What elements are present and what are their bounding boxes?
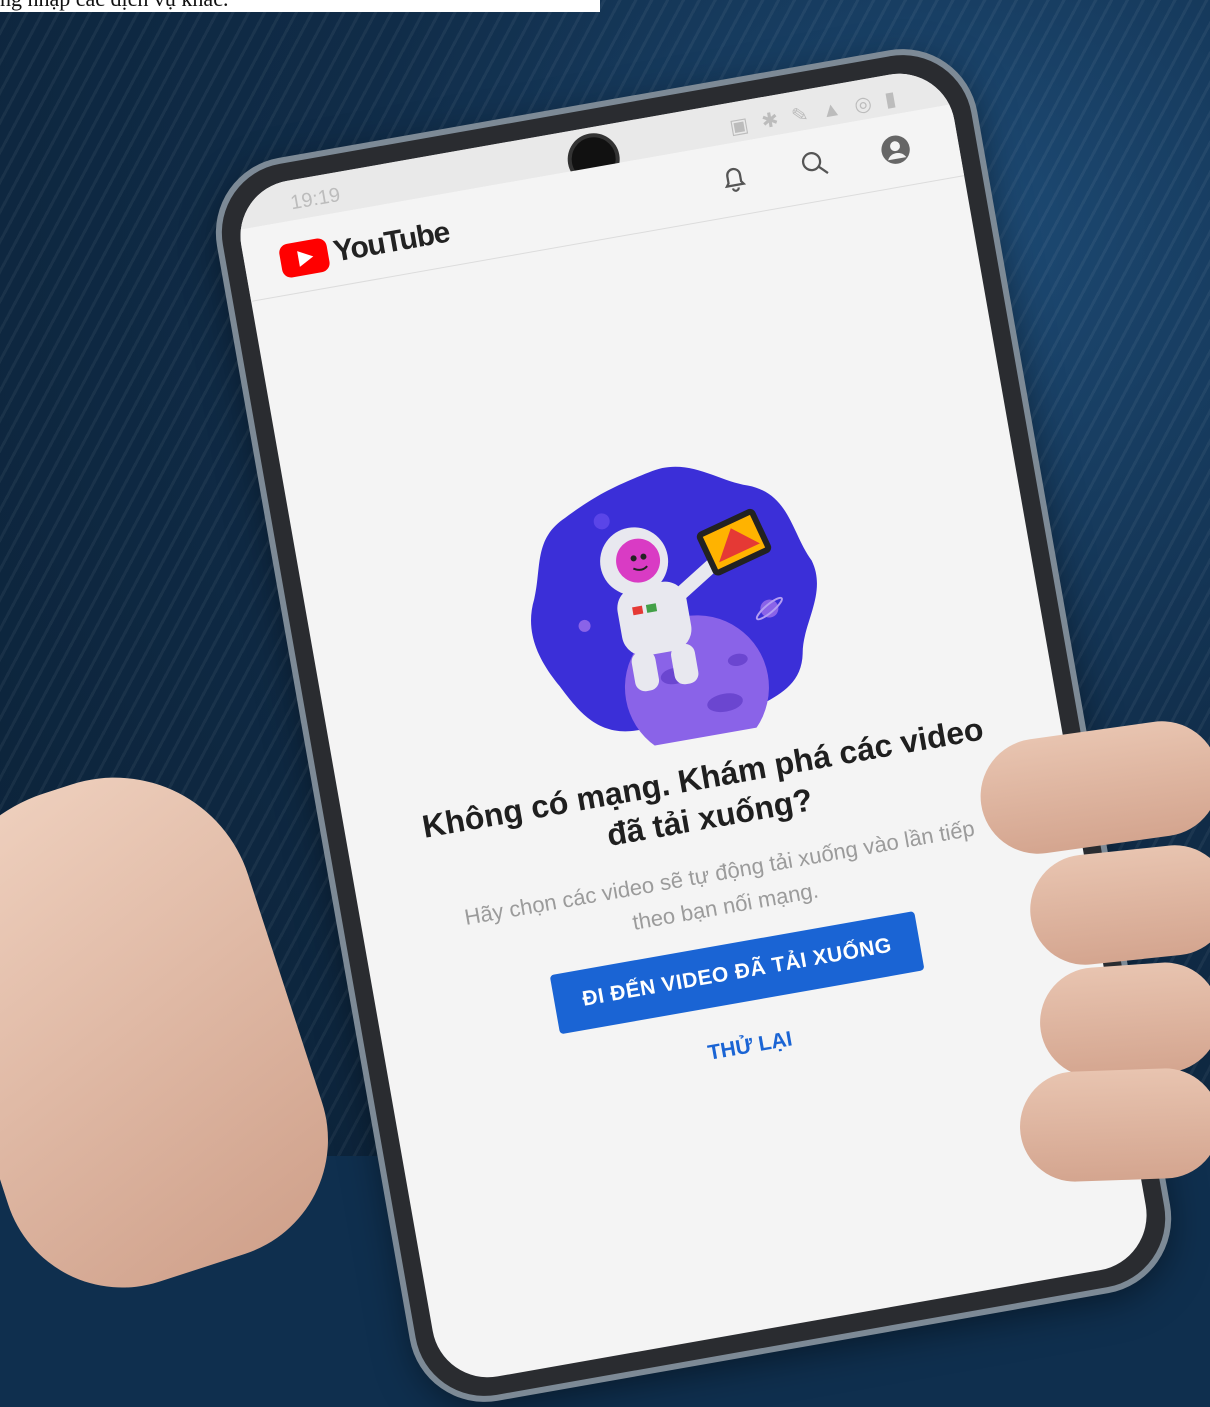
hand-finger-3 [1036,958,1210,1082]
account-icon[interactable] [876,130,915,169]
article-caption: ng nhập các dịch vụ khác. [0,0,600,12]
retry-button[interactable]: THỬ LẠI [667,1010,833,1083]
youtube-logo[interactable]: YouTube [277,215,452,279]
youtube-play-icon [277,237,332,279]
astronaut-illustration [531,466,817,760]
status-time: 19:19 [288,183,342,215]
bell-icon[interactable] [714,158,753,197]
youtube-wordmark: YouTube [331,215,452,269]
hand-finger-4 [1018,1066,1210,1184]
search-icon[interactable] [795,144,834,183]
app-bar-actions [714,130,915,198]
